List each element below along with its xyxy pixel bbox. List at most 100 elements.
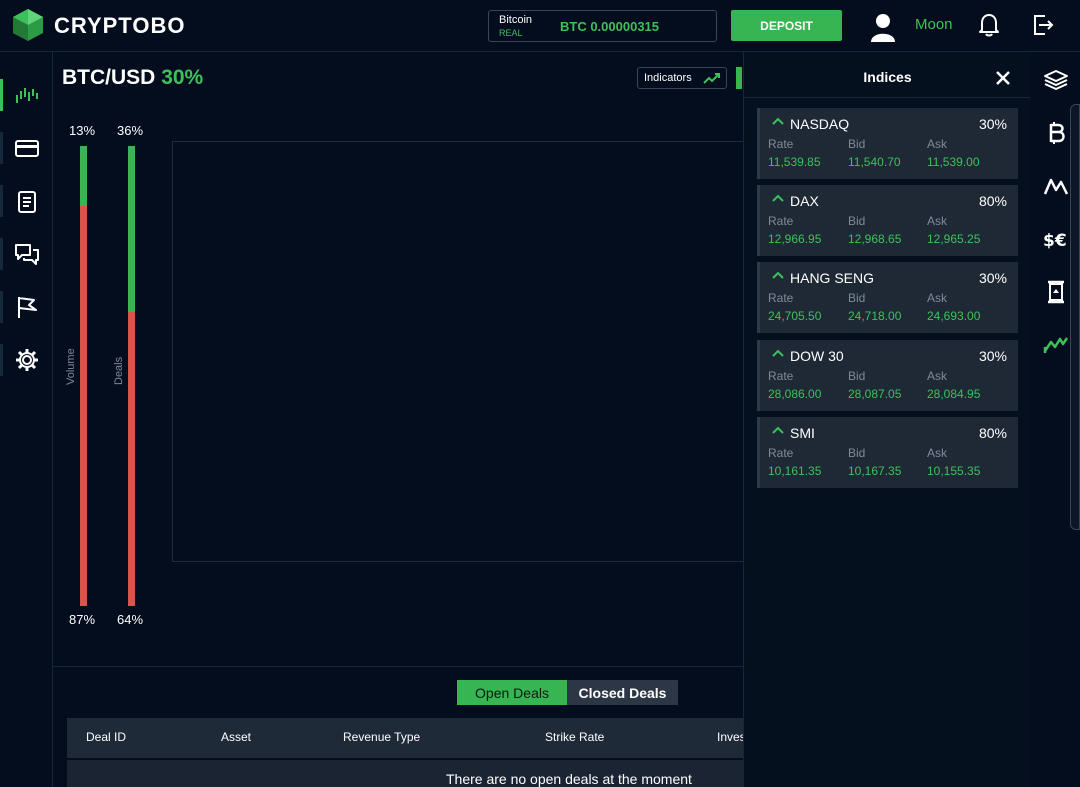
- card-edge: [757, 340, 760, 411]
- asset-pair-title: BTC/USD 30%: [62, 66, 203, 90]
- bitcoin-icon[interactable]: [1043, 121, 1069, 145]
- panel-title: Indices: [863, 69, 912, 85]
- chart-bars-icon: [16, 88, 38, 103]
- chart-toggle-button[interactable]: [736, 67, 742, 89]
- tab-closed-deals[interactable]: Closed Deals: [567, 680, 678, 705]
- deals-up-fill: [128, 146, 135, 312]
- bid-label: Bid: [848, 291, 866, 305]
- deals-top-pct: 36%: [117, 123, 144, 138]
- bid-label: Bid: [848, 369, 866, 383]
- sidebar-active-indicator: [0, 79, 3, 111]
- top-header: CRYPTOBO Bitcoin REAL BTC 0.00000315 DEP…: [0, 0, 1080, 52]
- empty-deals-message: There are no open deals at the moment: [446, 771, 692, 787]
- chevron-up-icon: [772, 194, 784, 202]
- close-icon[interactable]: [994, 69, 1012, 87]
- index-card[interactable]: NASDAQ 30% Rate Bid Ask 11,539.85 11,540.70 11,…: [757, 108, 1018, 179]
- username[interactable]: Moon: [915, 16, 953, 33]
- bell-icon[interactable]: [978, 13, 1000, 37]
- sidebar-item-promotions[interactable]: [0, 285, 53, 329]
- index-name: NASDAQ: [790, 116, 850, 132]
- deals-table-header: Deal ID Asset Revenue Type Strike Rate I…: [67, 718, 743, 758]
- wallet-balance: BTC 0.00000315: [560, 19, 660, 34]
- ask-value: 10,155.35: [927, 464, 981, 478]
- sidebar-item-history[interactable]: [0, 179, 53, 223]
- column-header: Deal ID: [86, 730, 127, 744]
- deals-label: Deals: [113, 356, 125, 385]
- sidebar-indicator: [0, 185, 3, 217]
- pair-name: BTC/USD: [62, 66, 156, 89]
- ask-label: Ask: [927, 214, 948, 228]
- sidebar-item-settings[interactable]: [0, 338, 53, 382]
- sidebar-indicator: [0, 132, 3, 164]
- card-edge: [757, 185, 760, 256]
- column-header: Strike Rate: [545, 730, 605, 744]
- rate-label: Rate: [768, 446, 794, 460]
- indicators-button[interactable]: Indicators: [637, 67, 727, 89]
- deals-table-body: There are no open deals at the moment: [67, 760, 743, 787]
- index-card[interactable]: HANG SENG 30% Rate Bid Ask 24,705.50 24,718.00…: [757, 262, 1018, 333]
- bid-value: 28,087.05: [848, 387, 902, 401]
- ask-label: Ask: [927, 446, 948, 460]
- bid-label: Bid: [848, 137, 866, 151]
- card-edge: [757, 417, 760, 488]
- indices-panel: Indices NASDAQ 30% Rate Bid Ask 11,539.85 11,5…: [743, 52, 1031, 787]
- pair-payout: 30%: [161, 66, 204, 89]
- index-payout: 30%: [978, 116, 1007, 132]
- left-sidebar: [0, 52, 53, 787]
- bid-label: Bid: [848, 214, 866, 228]
- gear-icon: [16, 349, 38, 371]
- bid-value: 24,718.00: [848, 309, 902, 323]
- column-header: Revenue Type: [343, 730, 421, 744]
- sidebar-item-payments[interactable]: [0, 126, 53, 170]
- bid-value: 12,968.65: [848, 232, 902, 246]
- sidebar-item-trade[interactable]: [0, 73, 53, 117]
- ask-value: 11,539.00: [927, 155, 980, 169]
- sidebar-indicator: [0, 291, 3, 323]
- sidebar-indicator: [0, 344, 3, 376]
- card-edge: [757, 262, 760, 333]
- index-card[interactable]: DOW 30 30% Rate Bid Ask 28,086.00 28,087.05 28,…: [757, 340, 1018, 411]
- sidebar-item-chat[interactable]: [0, 232, 53, 276]
- credit-card-icon: [15, 140, 39, 157]
- tab-open-deals[interactable]: Open Deals: [457, 680, 567, 705]
- commodity-icon[interactable]: [1043, 280, 1069, 304]
- column-header: Inves: [717, 730, 743, 744]
- deposit-button[interactable]: DEPOSIT: [731, 10, 842, 41]
- volume-down-fill: [80, 206, 87, 606]
- rate-value: 11,539.85: [768, 155, 821, 169]
- activity-icon[interactable]: [1043, 174, 1069, 198]
- index-payout: 80%: [978, 425, 1007, 441]
- sidebar-indicator: [0, 238, 3, 270]
- indicators-label: Indicators: [644, 72, 692, 84]
- index-payout: 30%: [978, 270, 1007, 286]
- trend-icon[interactable]: [1043, 333, 1069, 357]
- price-chart-area[interactable]: [172, 141, 752, 562]
- layers-icon[interactable]: [1043, 68, 1069, 92]
- rail-scrollbar[interactable]: [1070, 104, 1080, 530]
- column-header: Asset: [221, 730, 252, 744]
- ask-value: 28,084.95: [927, 387, 981, 401]
- ask-label: Ask: [927, 137, 948, 151]
- chevron-up-icon: [772, 117, 784, 125]
- index-card[interactable]: SMI 80% Rate Bid Ask 10,161.35 10,167.35 10,155…: [757, 417, 1018, 488]
- trend-line-icon: [703, 73, 720, 84]
- bid-value: 11,540.70: [848, 155, 901, 169]
- deals-down-fill: [128, 312, 135, 606]
- index-card[interactable]: DAX 80% Rate Bid Ask 12,966.95 12,968.65 12,965…: [757, 185, 1018, 256]
- user-avatar-icon[interactable]: [870, 12, 896, 42]
- flag-icon: [18, 297, 37, 318]
- ask-value: 24,693.00: [927, 309, 981, 323]
- clipboard-icon: [18, 191, 36, 213]
- deals-bottom-pct: 64%: [117, 612, 144, 627]
- section-divider: [53, 666, 743, 667]
- rate-value: 28,086.00: [768, 387, 822, 401]
- logout-icon[interactable]: [1031, 13, 1055, 37]
- volume-bar: [80, 146, 87, 606]
- logo-icon: [13, 9, 43, 41]
- currency-icon[interactable]: $€: [1043, 227, 1069, 251]
- wallet-selector[interactable]: Bitcoin REAL BTC 0.00000315: [488, 10, 717, 42]
- card-edge: [757, 108, 760, 179]
- index-name: DAX: [790, 193, 819, 209]
- index-name: DOW 30: [790, 348, 844, 364]
- ask-value: 12,965.25: [927, 232, 981, 246]
